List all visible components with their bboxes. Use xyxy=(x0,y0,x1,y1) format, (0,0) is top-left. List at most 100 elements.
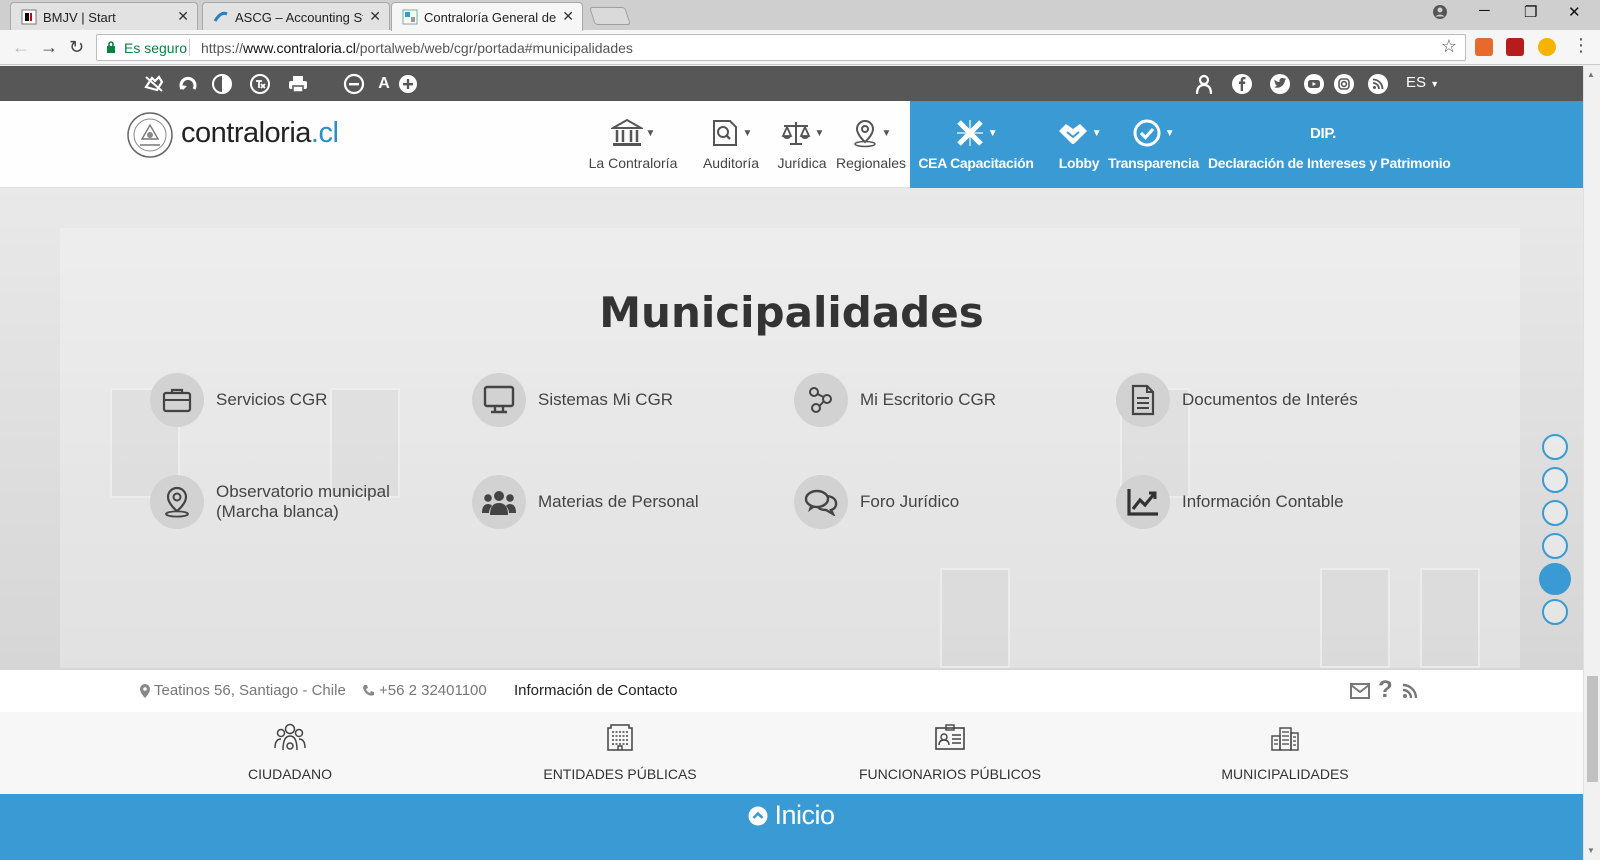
citizens-icon xyxy=(274,722,306,752)
profile-label: FUNCIONARIOS PÚBLICOS xyxy=(858,766,1042,782)
section-nav-dot[interactable] xyxy=(1542,500,1568,526)
language-selector[interactable]: ES ▼ xyxy=(1406,74,1439,91)
audit-icon xyxy=(710,118,740,148)
restore-window-icon[interactable]: ❐ xyxy=(1524,3,1537,21)
background-window xyxy=(940,568,1010,668)
service-informacion-contable[interactable]: Información Contable xyxy=(1116,474,1344,530)
instagram-icon[interactable] xyxy=(1332,72,1356,96)
rss-icon[interactable] xyxy=(1366,72,1390,96)
chevron-down-icon: ▼ xyxy=(1091,127,1102,139)
scales-icon xyxy=(780,118,812,148)
mail-icon[interactable] xyxy=(1350,683,1370,699)
check-circle-icon xyxy=(1132,118,1162,148)
phone: +56 2 32401100 xyxy=(362,682,487,699)
lock-icon xyxy=(106,41,116,53)
section-nav-dot-active[interactable] xyxy=(1539,563,1571,595)
page-scrollbar[interactable]: ▲ ▼ xyxy=(1583,66,1600,860)
nav-auditoria[interactable]: ▼ Auditoría xyxy=(690,115,772,171)
minimize-window-icon[interactable]: ─ xyxy=(1479,2,1490,19)
close-tab-icon[interactable]: ✕ xyxy=(369,8,381,25)
pdf-extension-icon[interactable] xyxy=(1506,38,1524,56)
url-path: /portalweb/web/cgr/portada#municipalidad… xyxy=(355,40,633,56)
scroll-up-arrow-icon[interactable]: ▲ xyxy=(1587,70,1595,79)
chevron-down-icon: ▼ xyxy=(645,127,656,139)
service-observatorio-municipal[interactable]: Observatorio municipal (Marcha blanca) xyxy=(150,474,396,530)
close-tab-icon[interactable]: ✕ xyxy=(562,8,574,25)
browser-tab-ascg[interactable]: ASCG – Accounting Stanc ✕ xyxy=(202,2,390,30)
site-logo[interactable]: contraloria.cl xyxy=(181,117,339,150)
map-pin-icon xyxy=(851,118,879,148)
section-nav-dot[interactable] xyxy=(1542,599,1568,625)
bmjv-favicon-icon xyxy=(21,9,37,25)
nav-cea-capacitacion[interactable]: ▼ CEA Capacitación xyxy=(918,115,1034,171)
service-label: Servicios CGR xyxy=(216,390,328,409)
profile-municipalidades[interactable]: MUNICIPALIDADES xyxy=(1195,720,1375,782)
service-label: Mi Escritorio CGR xyxy=(860,390,997,409)
nav-juridica[interactable]: ▼ Jurídica xyxy=(770,115,834,171)
service-documentos-de-interes[interactable]: Documentos de Interés xyxy=(1116,372,1358,428)
network-icon xyxy=(806,385,836,415)
profile-label: MUNICIPALIDADES xyxy=(1221,766,1349,782)
service-label: Materias de Personal xyxy=(538,492,699,511)
dip-icon: DIP. xyxy=(1309,124,1337,142)
twitter-icon[interactable] xyxy=(1268,72,1292,96)
service-sistemas-mi-cgr[interactable]: Sistemas Mi CGR xyxy=(472,372,673,428)
new-tab-button[interactable] xyxy=(589,7,631,25)
section-nav-dot[interactable] xyxy=(1542,533,1568,559)
service-mi-escritorio-cgr[interactable]: Mi Escritorio CGR xyxy=(794,372,996,428)
increase-font-icon[interactable] xyxy=(396,72,420,96)
location-icon xyxy=(163,486,191,518)
id-card-icon xyxy=(934,723,966,751)
contraloria-website: A ES ▼ contraloria.cl ▼ La Contraloría ▼… xyxy=(0,66,1583,860)
home-button[interactable]: Inicio xyxy=(0,800,1583,831)
office-extension-icon[interactable] xyxy=(1475,38,1493,56)
nav-regionales[interactable]: ▼ Regionales xyxy=(834,115,908,171)
browser-tab-bmjv[interactable]: BMJV | Start ✕ xyxy=(10,2,198,30)
profile-entidades-publicas[interactable]: ENTIDADES PÚBLICAS xyxy=(540,720,700,782)
contrast-icon[interactable] xyxy=(210,72,234,96)
nav-la-contraloria[interactable]: ▼ La Contraloría xyxy=(588,115,678,171)
cea-icon xyxy=(955,118,985,148)
profile-icon[interactable] xyxy=(1432,4,1448,20)
logo-name: contraloria xyxy=(181,117,311,149)
nav-lobby[interactable]: ▼ Lobby xyxy=(1044,115,1114,171)
nav-transparencia[interactable]: ▼ Transparencia xyxy=(1108,115,1200,171)
nav-label: Transparencia xyxy=(1108,155,1200,171)
contact-info-link[interactable]: Información de Contacto xyxy=(514,682,677,699)
service-materias-de-personal[interactable]: Materias de Personal xyxy=(472,474,699,530)
facebook-icon[interactable] xyxy=(1230,72,1254,96)
reset-icon[interactable] xyxy=(176,72,200,96)
address-bar[interactable]: Es seguro https://www.contraloria.cl/por… xyxy=(96,34,1466,61)
section-nav-dot[interactable] xyxy=(1542,467,1568,493)
nav-label: La Contraloría xyxy=(588,155,678,171)
service-label: Documentos de Interés xyxy=(1182,390,1358,409)
rss-feed-icon[interactable] xyxy=(1402,683,1418,699)
extension-icon[interactable] xyxy=(1538,38,1556,56)
youtube-icon[interactable] xyxy=(1302,72,1326,96)
close-tab-icon[interactable]: ✕ xyxy=(177,8,189,25)
print-icon[interactable] xyxy=(286,72,310,96)
nav-label: Auditoría xyxy=(702,155,760,171)
help-icon[interactable]: ? xyxy=(1378,676,1393,704)
forward-arrow-icon[interactable]: → xyxy=(40,37,58,58)
section-nav-dot[interactable] xyxy=(1542,434,1568,460)
profile-funcionarios-publicos[interactable]: FUNCIONARIOS PÚBLICOS xyxy=(840,720,1060,782)
text-to-speech-icon[interactable] xyxy=(248,72,272,96)
service-foro-juridico[interactable]: Foro Jurídico xyxy=(794,474,959,530)
nav-declaracion-intereses[interactable]: DIP. Declaración de Intereses y Patrimon… xyxy=(1208,115,1451,172)
back-arrow-icon[interactable]: ← xyxy=(12,37,30,58)
scroll-down-arrow-icon[interactable]: ▼ xyxy=(1587,846,1595,855)
browser-tab-contraloria[interactable]: Contraloría General de la ✕ xyxy=(391,2,583,31)
reload-icon[interactable]: ↻ xyxy=(69,37,84,58)
service-servicios-cgr[interactable]: Servicios CGR xyxy=(150,372,327,428)
decrease-font-icon[interactable] xyxy=(342,72,366,96)
menu-kebab-icon[interactable]: ⋮ xyxy=(1572,35,1590,56)
user-login-icon[interactable] xyxy=(1192,72,1216,96)
monitor-icon xyxy=(483,385,515,415)
sign-language-icon[interactable] xyxy=(142,72,166,96)
scrollbar-thumb[interactable] xyxy=(1587,676,1598,782)
font-size-icon[interactable]: A xyxy=(372,72,396,96)
close-window-icon[interactable]: ✕ xyxy=(1568,3,1581,21)
bookmark-star-icon[interactable]: ☆ xyxy=(1441,36,1457,57)
profile-ciudadano[interactable]: CIUDADANO xyxy=(210,720,370,782)
